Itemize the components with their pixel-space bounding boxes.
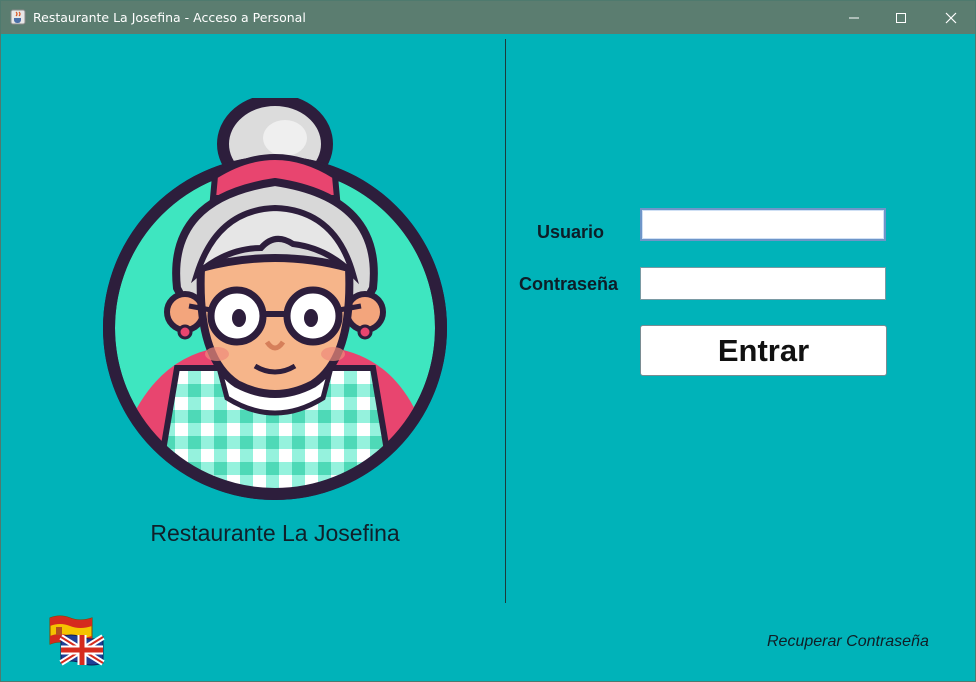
restaurant-name: Restaurante La Josefina [150,520,400,546]
minimize-icon [849,17,859,18]
close-icon [945,12,957,23]
vertical-divider [505,39,506,603]
uk-flag-icon[interactable] [59,631,105,667]
close-button[interactable] [928,1,974,34]
maximize-button[interactable] [878,1,924,34]
title-bar[interactable]: Restaurante La Josefina - Acceso a Perso… [1,1,975,34]
java-cup-icon [10,9,26,25]
content-area: Restaurante La Josefina Usuario Contrase… [1,34,975,681]
password-input[interactable] [640,267,886,300]
recover-password-link[interactable]: Recuperar Contraseña [767,633,929,651]
maximize-icon [896,12,906,23]
password-label: Contraseña [519,274,619,294]
login-window: Restaurante La Josefina - Acceso a Perso… [0,0,976,682]
enter-button[interactable]: Entrar [640,325,887,376]
username-input[interactable] [640,208,886,241]
grandma-chef-avatar [103,98,447,500]
window-title: Restaurante La Josefina - Acceso a Perso… [33,10,306,25]
minimize-button[interactable] [831,1,877,34]
username-label: Usuario [537,222,605,242]
